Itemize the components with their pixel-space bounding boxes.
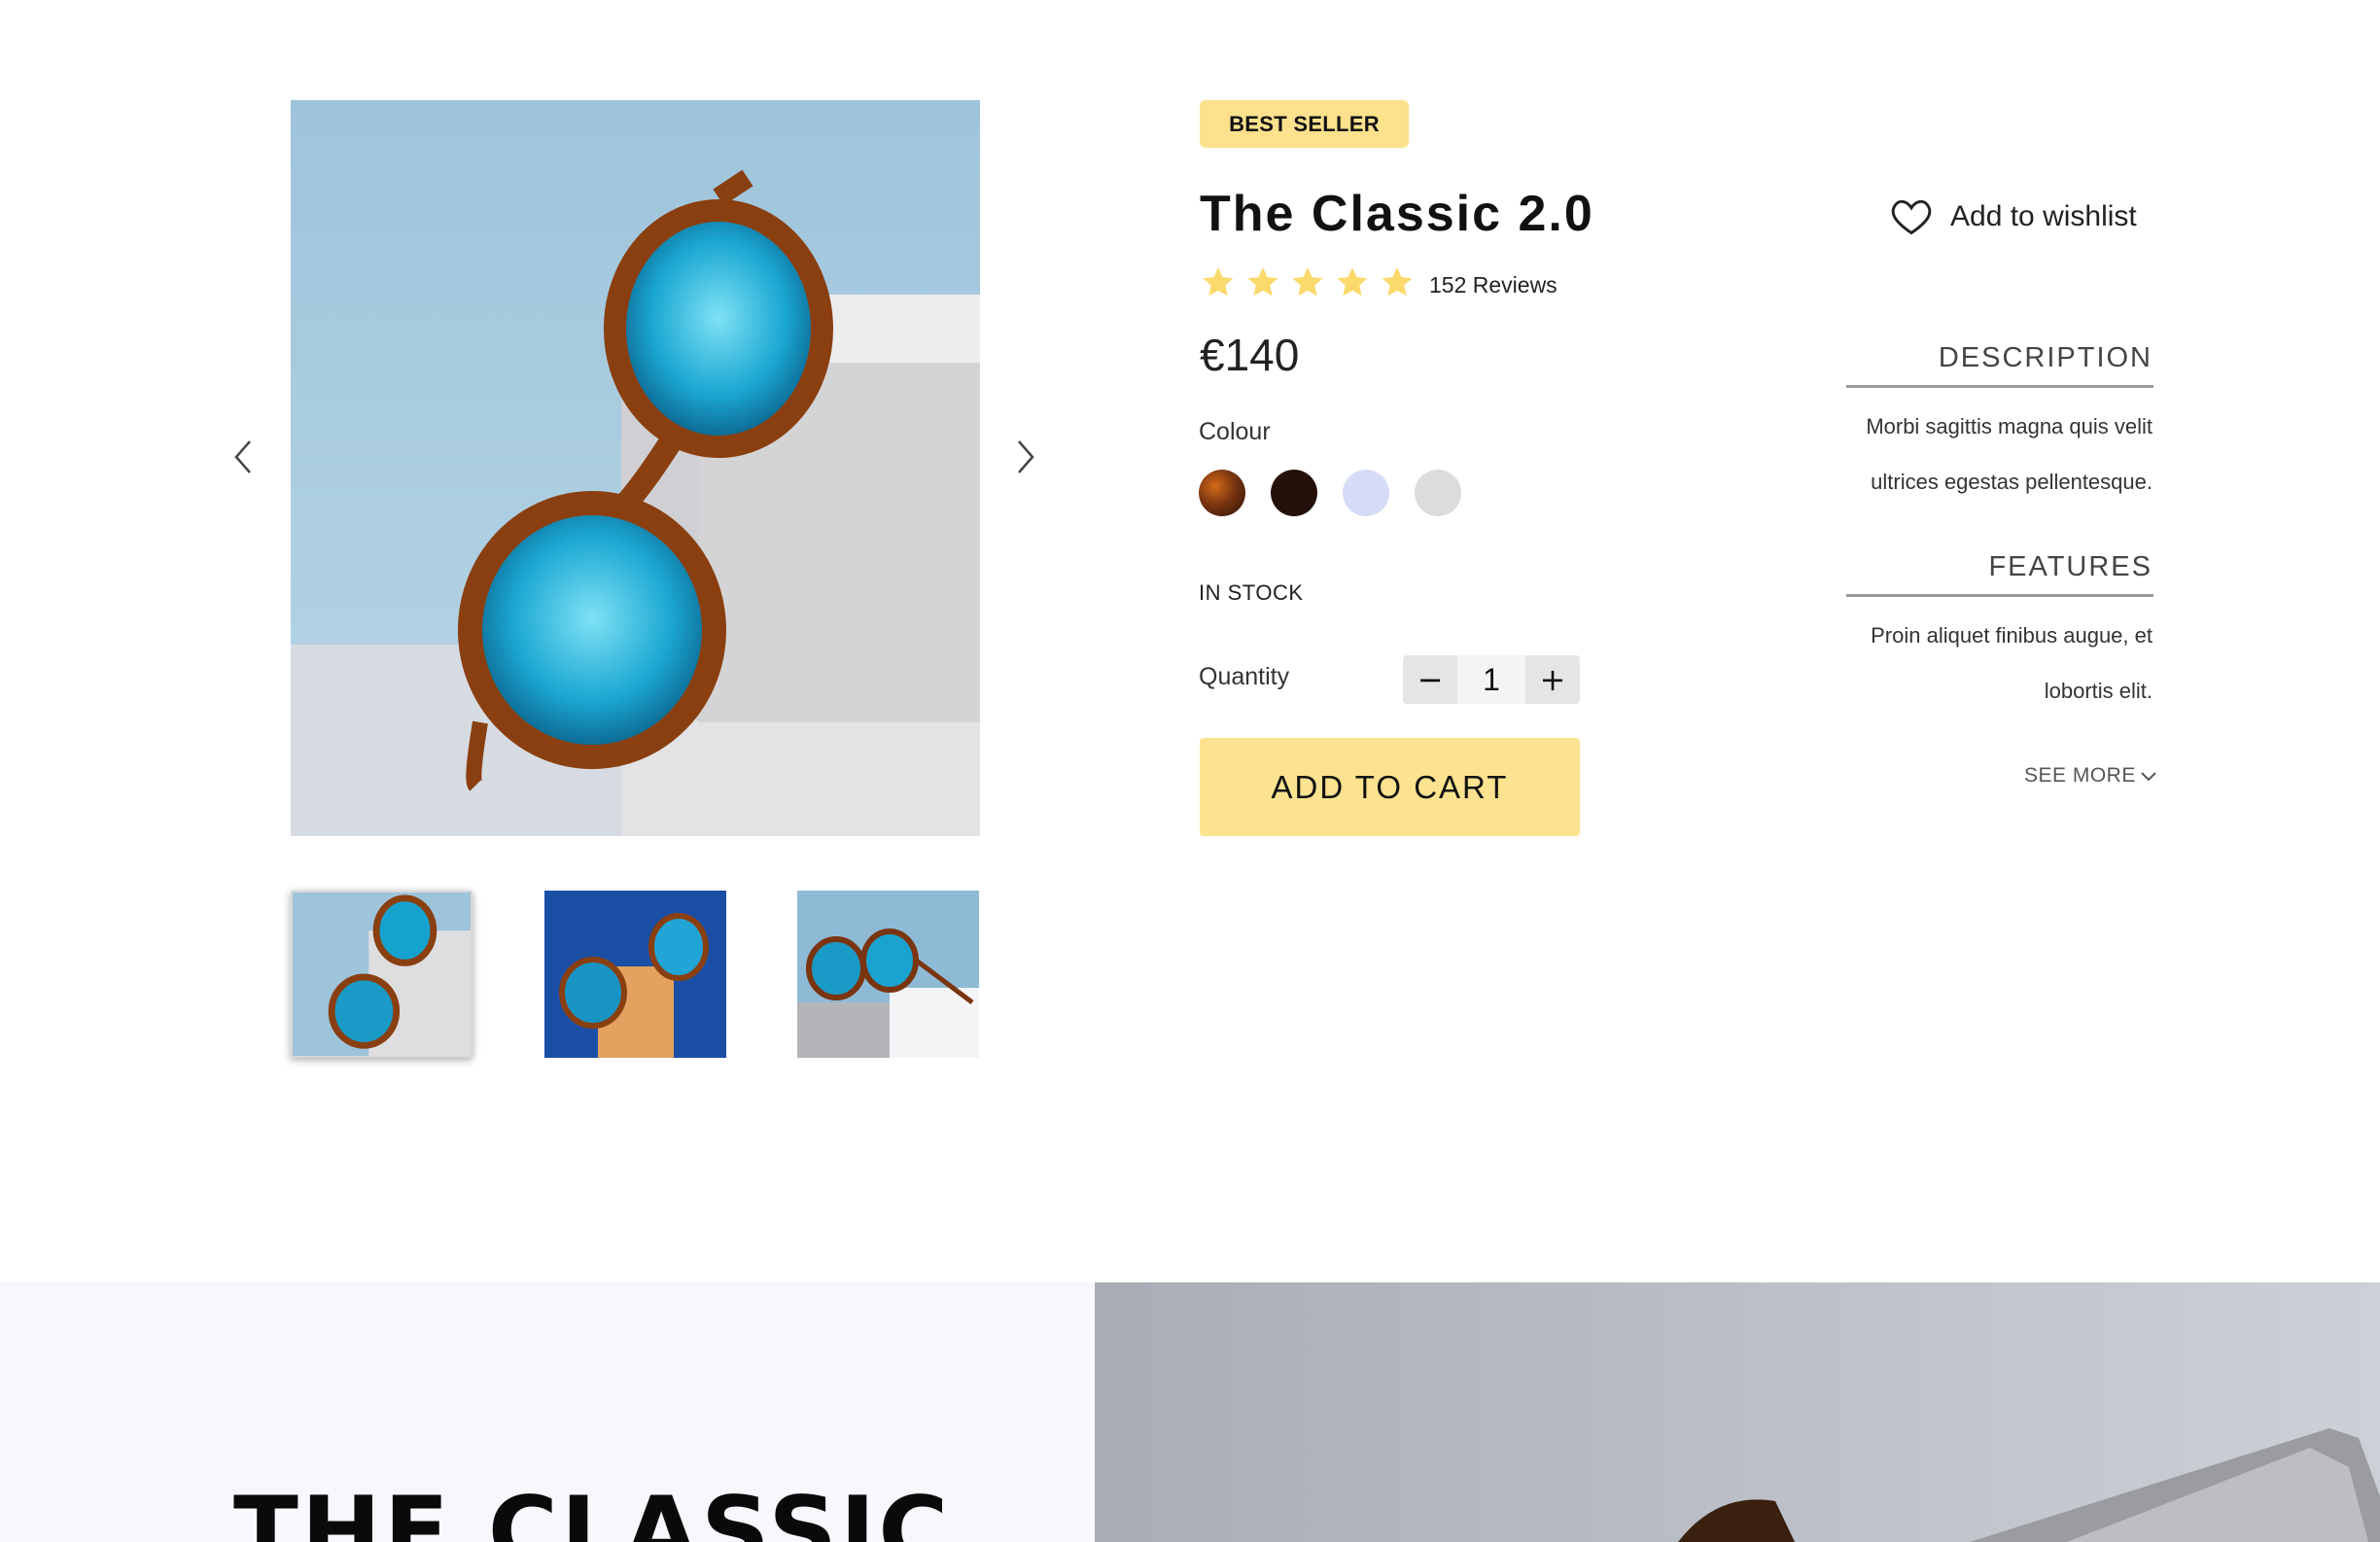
description-heading[interactable]: DESCRIPTION bbox=[1939, 342, 2152, 374]
product-section: BEST SELLER The Classic 2.0 152 Reviews … bbox=[0, 0, 2380, 1282]
quantity-value[interactable]: 1 bbox=[1457, 662, 1525, 698]
features-text: Proin aliquet finibus augue, et lobortis… bbox=[1871, 623, 2152, 703]
best-seller-badge: BEST SELLER bbox=[1200, 100, 1409, 148]
features-divider bbox=[1846, 594, 2153, 597]
heart-icon bbox=[1891, 199, 1932, 235]
star-icon bbox=[1292, 267, 1323, 297]
previous-image-arrow-icon[interactable] bbox=[219, 428, 267, 486]
swatch-light-grey[interactable] bbox=[1415, 470, 1461, 516]
star-icon bbox=[1337, 267, 1368, 297]
add-to-wishlist-button[interactable]: Add to wishlist bbox=[1890, 196, 2137, 237]
colour-label: Colour bbox=[1199, 418, 1271, 445]
see-more-label: SEE MORE bbox=[2024, 764, 2136, 787]
rating-stars bbox=[1200, 264, 1416, 301]
thumbnail-3[interactable] bbox=[797, 891, 979, 1058]
stock-status: IN STOCK bbox=[1199, 580, 1304, 605]
next-image-arrow-icon[interactable] bbox=[1001, 428, 1050, 486]
star-icon bbox=[1203, 267, 1234, 297]
reviews-link[interactable]: 152 Reviews bbox=[1429, 272, 1558, 298]
features-heading[interactable]: FEATURES bbox=[1988, 551, 2152, 583]
chevron-down-icon bbox=[2141, 772, 2156, 782]
quantity-stepper: − 1 + bbox=[1403, 655, 1580, 704]
thumbnail-2[interactable] bbox=[544, 891, 726, 1058]
increase-quantity-button[interactable]: + bbox=[1525, 655, 1580, 704]
feature-band-left: THE CLASSIC bbox=[0, 1282, 1095, 1542]
swatch-dark-brown[interactable] bbox=[1271, 470, 1317, 516]
thumbnail-1[interactable] bbox=[291, 891, 472, 1058]
see-more-link[interactable]: SEE MORE bbox=[2024, 764, 2157, 788]
wishlist-label: Add to wishlist bbox=[1950, 200, 2137, 232]
feature-heading: THE CLASSIC bbox=[233, 1477, 952, 1542]
product-price: €140 bbox=[1200, 330, 1300, 380]
description-text: Morbi sagittis magna quis velit ultrices… bbox=[1866, 414, 2152, 494]
add-to-cart-button[interactable]: ADD TO CART bbox=[1200, 738, 1580, 836]
star-icon bbox=[1247, 267, 1278, 297]
quantity-label: Quantity bbox=[1199, 663, 1290, 690]
description-divider bbox=[1846, 385, 2153, 388]
feature-band-image bbox=[1095, 1282, 2380, 1542]
product-title: The Classic 2.0 bbox=[1200, 186, 1594, 242]
swatch-tortoise[interactable] bbox=[1199, 470, 1245, 516]
colour-swatches bbox=[1199, 470, 1461, 516]
star-icon bbox=[1382, 267, 1413, 297]
decrease-quantity-button[interactable]: − bbox=[1403, 655, 1457, 704]
swatch-lavender[interactable] bbox=[1343, 470, 1389, 516]
main-product-image bbox=[291, 100, 980, 836]
